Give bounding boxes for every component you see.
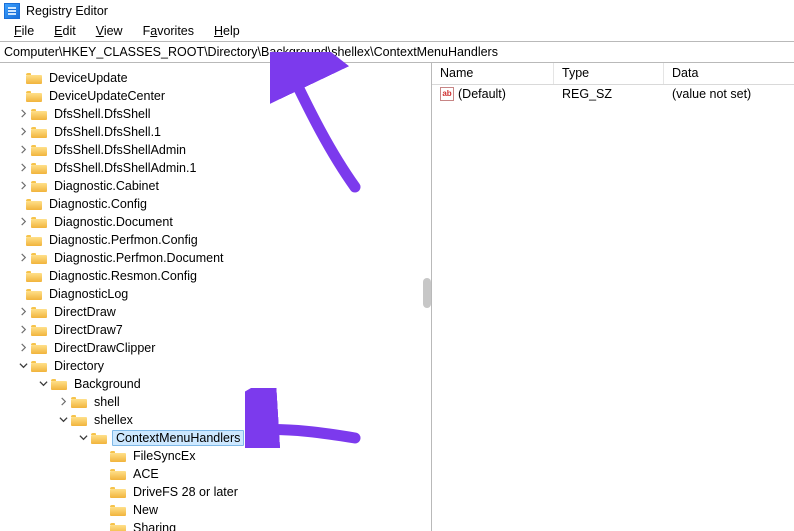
tree-item[interactable]: New (2, 501, 431, 519)
menu-file[interactable]: File (4, 22, 44, 40)
folder-icon (31, 342, 47, 354)
value-row[interactable]: ab (Default) REG_SZ (value not set) (432, 85, 794, 103)
value-name: (Default) (458, 87, 506, 101)
folder-icon (110, 450, 126, 462)
menu-favorites[interactable]: Favorites (133, 22, 204, 40)
tree-item[interactable]: DfsShell.DfsShell (2, 105, 431, 123)
chevron-right-icon[interactable] (16, 107, 30, 121)
folder-icon (31, 144, 47, 156)
folder-icon (31, 360, 47, 372)
folder-icon (110, 504, 126, 516)
column-header-type[interactable]: Type (554, 63, 664, 84)
tree-item[interactable]: DirectDraw7 (2, 321, 431, 339)
folder-icon (110, 522, 126, 531)
folder-icon (110, 486, 126, 498)
tree-item-shell[interactable]: shell (2, 393, 431, 411)
tree-item[interactable]: DriveFS 28 or later (2, 483, 431, 501)
tree-item[interactable]: ACE (2, 465, 431, 483)
chevron-right-icon[interactable] (16, 143, 30, 157)
tree-item[interactable]: DeviceUpdate (2, 69, 431, 87)
chevron-right-icon[interactable] (16, 323, 30, 337)
chevron-right-icon[interactable] (16, 125, 30, 139)
chevron-down-icon[interactable] (36, 377, 50, 391)
string-value-icon: ab (440, 87, 454, 101)
chevron-right-icon[interactable] (16, 251, 30, 265)
column-header-data[interactable]: Data (664, 63, 794, 84)
value-data: (value not set) (672, 87, 751, 101)
folder-icon (26, 198, 42, 210)
folder-icon (31, 252, 47, 264)
value-type: REG_SZ (562, 87, 612, 101)
registry-editor-window: Registry Editor File Edit View Favorites… (0, 0, 794, 531)
tree-item[interactable]: Diagnostic.Resmon.Config (2, 267, 431, 285)
folder-icon (31, 162, 47, 174)
tree-item[interactable]: Diagnostic.Perfmon.Config (2, 231, 431, 249)
tree-item-background[interactable]: Background (2, 375, 431, 393)
chevron-right-icon[interactable] (16, 305, 30, 319)
tree-item[interactable]: DirectDrawClipper (2, 339, 431, 357)
folder-icon (110, 468, 126, 480)
tree-item[interactable]: Diagnostic.Perfmon.Document (2, 249, 431, 267)
tree-item[interactable]: DfsShell.DfsShellAdmin (2, 141, 431, 159)
folder-icon (26, 288, 42, 300)
titlebar[interactable]: Registry Editor (0, 0, 794, 21)
window-title: Registry Editor (26, 4, 108, 18)
column-header-name[interactable]: Name (432, 63, 554, 84)
folder-icon (26, 270, 42, 282)
tree-item[interactable]: Diagnostic.Config (2, 195, 431, 213)
folder-icon (71, 396, 87, 408)
address-bar[interactable]: Computer\HKEY_CLASSES_ROOT\Directory\Bac… (0, 41, 794, 63)
folder-icon (31, 108, 47, 120)
content-area: DeviceUpdate DeviceUpdateCenter DfsShell… (0, 63, 794, 531)
list-header: Name Type Data (432, 63, 794, 85)
folder-icon (91, 432, 107, 444)
values-pane[interactable]: Name Type Data ab (Default) REG_SZ (valu… (432, 63, 794, 531)
folder-icon (31, 216, 47, 228)
tree-item[interactable]: DeviceUpdateCenter (2, 87, 431, 105)
menubar: File Edit View Favorites Help (0, 21, 794, 41)
address-path: Computer\HKEY_CLASSES_ROOT\Directory\Bac… (4, 45, 498, 59)
regedit-icon (4, 3, 20, 19)
chevron-right-icon[interactable] (16, 179, 30, 193)
chevron-right-icon[interactable] (16, 215, 30, 229)
chevron-down-icon[interactable] (16, 359, 30, 373)
tree-pane[interactable]: DeviceUpdate DeviceUpdateCenter DfsShell… (0, 63, 432, 531)
registry-tree: DeviceUpdate DeviceUpdateCenter DfsShell… (0, 63, 431, 531)
chevron-right-icon[interactable] (16, 341, 30, 355)
tree-item[interactable]: FileSyncEx (2, 447, 431, 465)
folder-icon (26, 72, 42, 84)
tree-item[interactable]: DirectDraw (2, 303, 431, 321)
chevron-down-icon[interactable] (76, 431, 90, 445)
chevron-right-icon[interactable] (56, 395, 70, 409)
folder-icon (31, 324, 47, 336)
chevron-right-icon[interactable] (16, 161, 30, 175)
menu-edit[interactable]: Edit (44, 22, 86, 40)
folder-icon (31, 180, 47, 192)
tree-item-shellex[interactable]: shellex (2, 411, 431, 429)
tree-item[interactable]: DfsShell.DfsShellAdmin.1 (2, 159, 431, 177)
menu-view[interactable]: View (86, 22, 133, 40)
folder-icon (51, 378, 67, 390)
tree-item[interactable]: Diagnostic.Document (2, 213, 431, 231)
tree-item-contextmenuhandlers[interactable]: ContextMenuHandlers (2, 429, 431, 447)
menu-help[interactable]: Help (204, 22, 250, 40)
tree-item[interactable]: DiagnosticLog (2, 285, 431, 303)
chevron-down-icon[interactable] (56, 413, 70, 427)
tree-item-directory[interactable]: Directory (2, 357, 431, 375)
folder-icon (31, 126, 47, 138)
folder-icon (71, 414, 87, 426)
tree-item[interactable]: Diagnostic.Cabinet (2, 177, 431, 195)
tree-item[interactable]: Sharing (2, 519, 431, 531)
folder-icon (26, 90, 42, 102)
tree-item[interactable]: DfsShell.DfsShell.1 (2, 123, 431, 141)
folder-icon (26, 234, 42, 246)
folder-icon (31, 306, 47, 318)
